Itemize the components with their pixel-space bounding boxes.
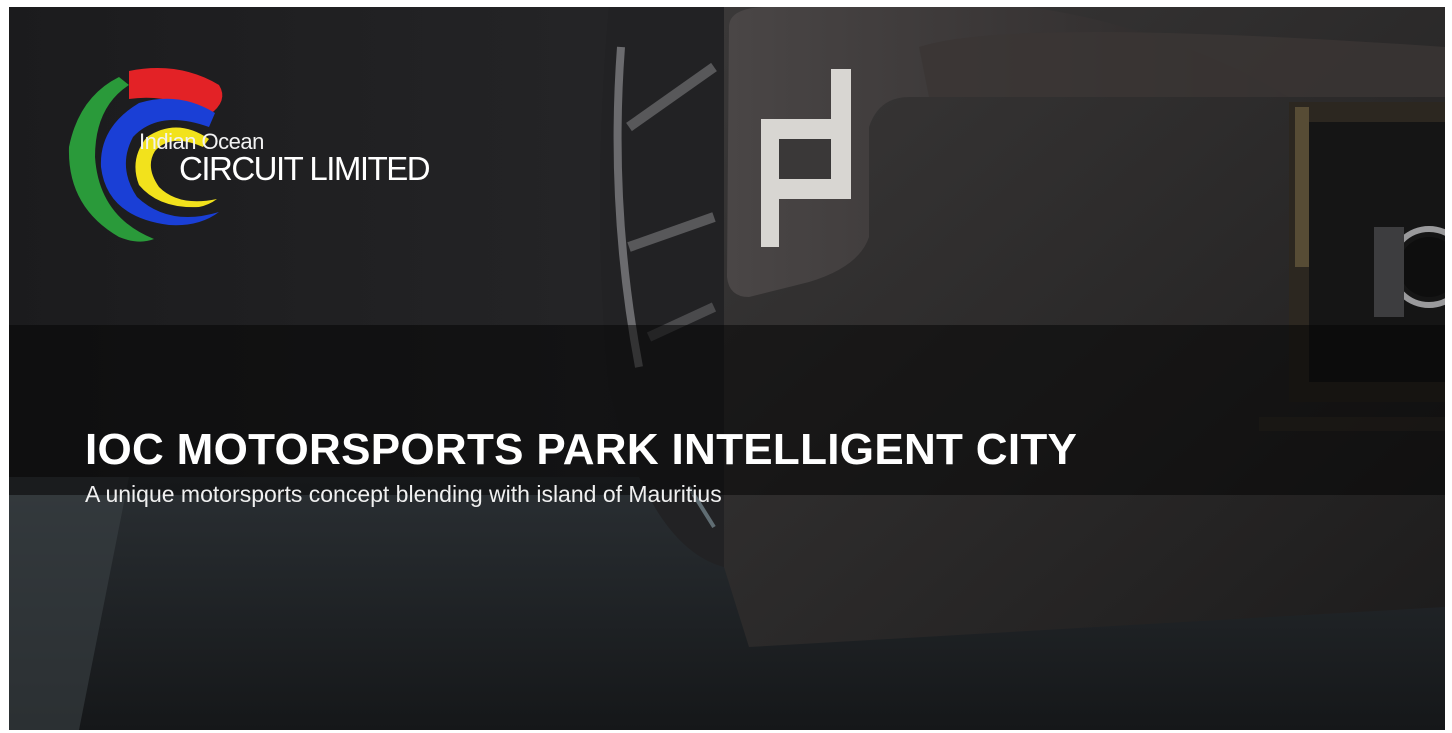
logo-text-line2: CIRCUIT LIMITED <box>179 150 431 187</box>
hero-title: IOC MOTORSPORTS PARK INTELLIGENT CITY <box>85 425 1078 474</box>
company-logo: Indian Ocean CIRCUIT LIMITED <box>59 57 459 257</box>
hero-subtitle: A unique motorsports concept blending wi… <box>85 481 722 507</box>
hero-banner: Indian Ocean CIRCUIT LIMITED IOC MOTORSP… <box>9 7 1445 730</box>
